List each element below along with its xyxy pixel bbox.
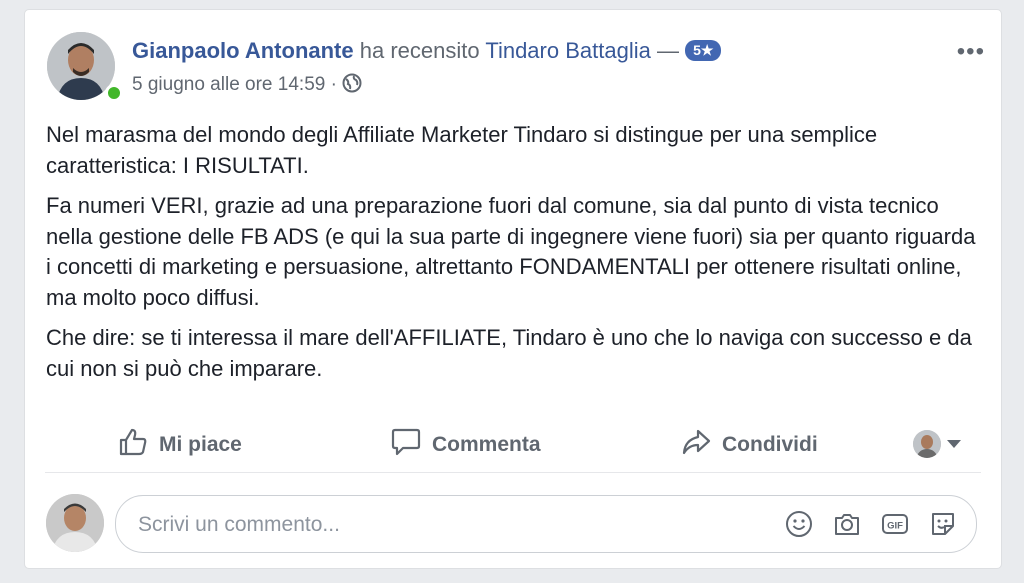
comment-label: Commenta [432,433,541,456]
post-header: Gianpaolo Antonante ha recensito Tindaro… [132,38,722,64]
share-button[interactable]: Condividi [680,426,818,464]
current-user-mini-avatar [913,430,941,458]
reviewed-page-link[interactable]: Tindaro Battaglia [485,38,651,63]
actions-divider [45,472,981,473]
commenter-avatar[interactable] [46,494,104,552]
post-paragraph-2: Fa numeri VERI, grazie ad una preparazio… [46,193,976,310]
post-meta: 5 giugno alle ore 14:59 · [132,73,362,99]
comment-composer: GIF [115,495,977,553]
thumbs-up-icon [117,426,149,464]
sticker-icon[interactable] [928,509,958,539]
like-button[interactable]: Mi piace [117,426,242,464]
camera-icon[interactable] [832,509,862,539]
gif-icon[interactable]: GIF [880,509,910,539]
globe-icon[interactable] [342,73,362,99]
online-status-dot [105,84,123,102]
svg-text:GIF: GIF [887,521,903,532]
comment-input[interactable] [136,509,740,541]
post-paragraph-1: Nel marasma del mondo degli Affiliate Ma… [46,122,878,178]
post-paragraph-3: Che dire: se ti interessa il mare dell'A… [46,325,972,381]
review-phrase: ha recensito [359,38,480,63]
comment-button[interactable]: Commenta [390,426,541,464]
share-audience-selector[interactable] [913,430,961,458]
composer-icons: GIF [784,509,958,539]
more-options-button[interactable]: ••• [957,38,985,66]
rating-badge: 5★ [685,40,722,61]
meta-separator: · [330,74,337,95]
post-body: Nel marasma del mondo degli Affiliate Ma… [46,120,976,394]
comment-bubble-icon [390,426,422,464]
review-post-card: Gianpaolo Antonante ha recensito Tindaro… [24,9,1002,569]
caret-down-icon [947,440,961,448]
like-label: Mi piace [159,433,242,456]
share-arrow-icon [680,426,712,464]
post-actions-bar: Mi piace Commenta Condividi [25,418,1001,470]
emoji-icon[interactable] [784,509,814,539]
share-label: Condividi [722,433,818,456]
author-name-link[interactable]: Gianpaolo Antonante [132,38,354,63]
header-dash: — [656,38,679,63]
timestamp-link[interactable]: 5 giugno alle ore 14:59 [132,74,325,95]
